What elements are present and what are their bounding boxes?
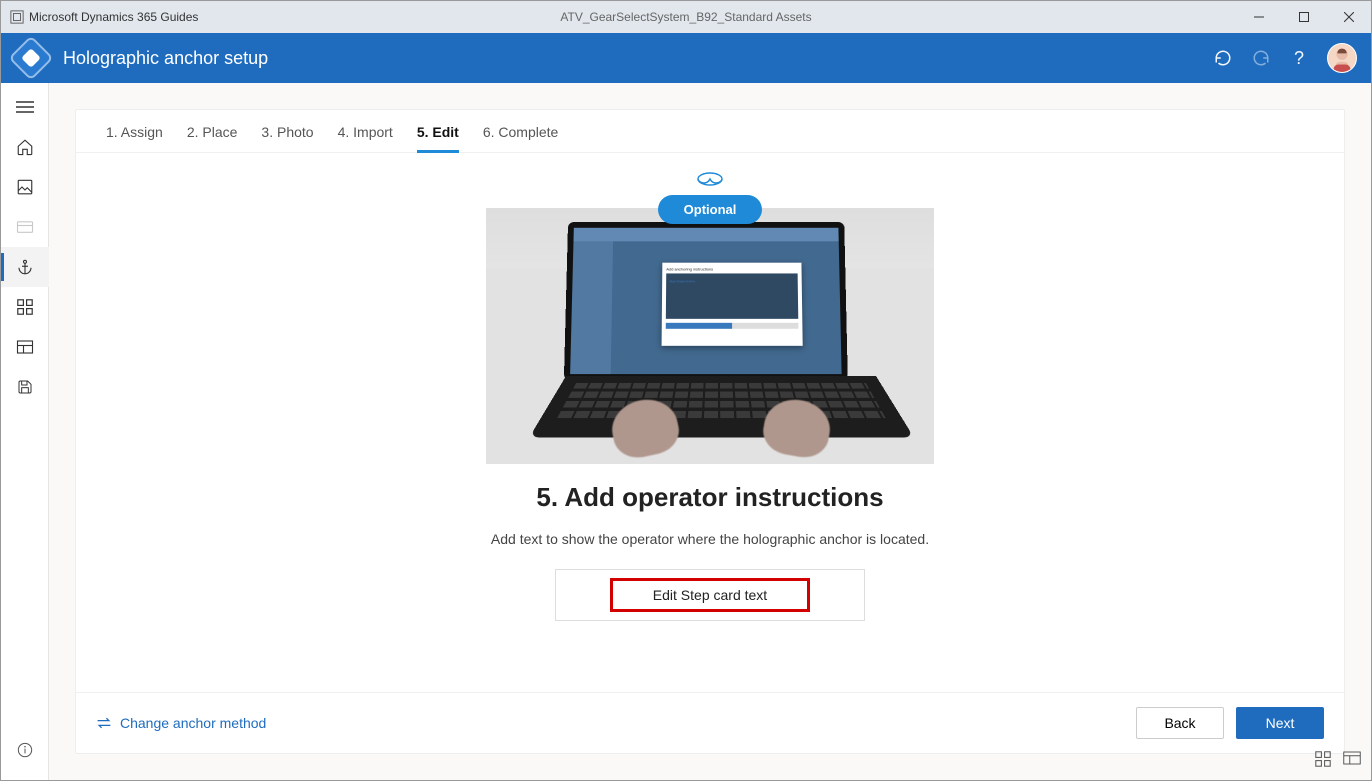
highlight-box: Edit Step card text (610, 578, 810, 612)
sidebar-grid-button[interactable] (1, 287, 49, 327)
illustration: Add anchoring instructions Align Digital… (486, 208, 934, 464)
tab-import[interactable]: 4. Import (338, 124, 393, 152)
undo-button[interactable] (1213, 48, 1233, 68)
sidebar-card-button[interactable] (1, 207, 49, 247)
sidebar (1, 83, 49, 780)
status-layout-icon[interactable] (1343, 751, 1361, 772)
tab-photo[interactable]: 3. Photo (261, 124, 313, 152)
sidebar-menu-button[interactable] (1, 87, 49, 127)
document-title: ATV_GearSelectSystem_B92_Standard Assets (560, 10, 811, 24)
avatar[interactable] (1327, 43, 1357, 73)
maximize-button[interactable] (1281, 1, 1326, 33)
tab-assign[interactable]: 1. Assign (106, 124, 163, 152)
edit-step-card-button[interactable]: Edit Step card text (555, 569, 865, 621)
change-anchor-method-link[interactable]: Change anchor method (96, 715, 266, 731)
hololens-icon (697, 171, 723, 189)
status-grid-icon[interactable] (1315, 751, 1331, 772)
tab-complete[interactable]: 6. Complete (483, 124, 558, 152)
dialog-preview-title: Add anchoring instructions (666, 267, 797, 272)
help-button[interactable]: ? (1289, 48, 1309, 68)
edit-button-label: Edit Step card text (653, 587, 767, 603)
sidebar-image-button[interactable] (1, 167, 49, 207)
dialog-preview-sub: Align Digital Anchor (669, 279, 795, 283)
optional-badge: Optional (658, 195, 763, 224)
tab-place[interactable]: 2. Place (187, 124, 238, 152)
page-title: Holographic anchor setup (63, 48, 1213, 69)
change-anchor-label: Change anchor method (120, 715, 266, 731)
wizard-tabs: 1. Assign 2. Place 3. Photo 4. Import 5.… (76, 110, 1344, 153)
sidebar-anchor-button[interactable] (1, 247, 49, 287)
step-description: Add text to show the operator where the … (491, 531, 929, 547)
app-title: Microsoft Dynamics 365 Guides (29, 10, 198, 24)
back-button[interactable]: Back (1136, 707, 1224, 739)
sidebar-info-button[interactable] (1, 730, 49, 770)
titlebar: Microsoft Dynamics 365 Guides ATV_GearSe… (1, 1, 1371, 33)
minimize-button[interactable] (1236, 1, 1281, 33)
sidebar-home-button[interactable] (1, 127, 49, 167)
app-logo (8, 35, 53, 80)
close-button[interactable] (1326, 1, 1371, 33)
redo-button[interactable] (1251, 48, 1271, 68)
step-heading: 5. Add operator instructions (536, 482, 883, 513)
sidebar-layout-button[interactable] (1, 327, 49, 367)
app-icon (9, 9, 25, 25)
sidebar-save-button[interactable] (1, 367, 49, 407)
app-header: Holographic anchor setup ? (1, 33, 1371, 83)
wizard-card: 1. Assign 2. Place 3. Photo 4. Import 5.… (75, 109, 1345, 754)
next-button[interactable]: Next (1236, 707, 1324, 739)
tab-edit[interactable]: 5. Edit (417, 124, 459, 152)
